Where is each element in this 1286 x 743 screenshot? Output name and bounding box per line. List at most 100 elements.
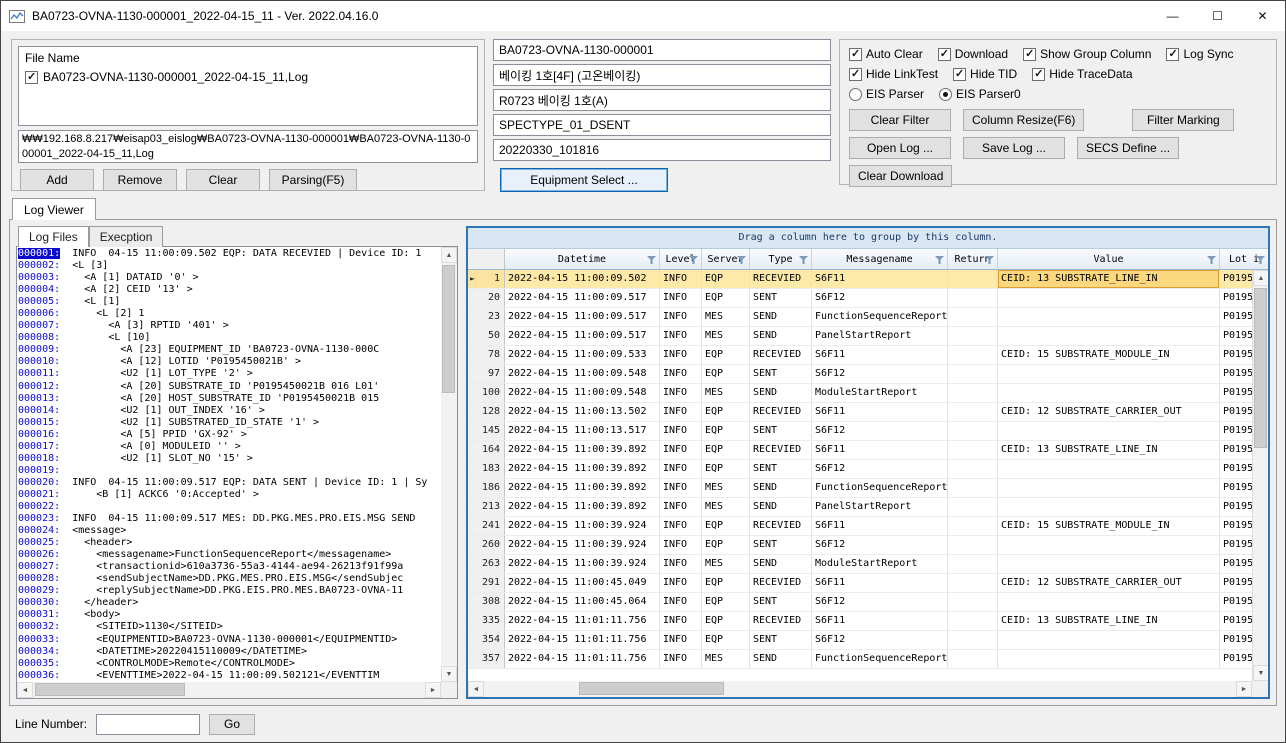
log-line[interactable]: 000002: <L [3] — [18, 260, 440, 272]
grid-row[interactable]: 972022-04-15 11:00:09.548INFOEQPSENTS6F1… — [468, 365, 1252, 384]
tab-log-files[interactable]: Log Files — [18, 226, 89, 247]
log-line[interactable]: 000033: <EQUIPMENTID>BA0723-OVNA-1130-00… — [18, 634, 440, 646]
filter-icon[interactable] — [1207, 256, 1216, 264]
checkbox-hide-linktest[interactable]: Hide LinkTest — [849, 67, 938, 81]
log-line[interactable]: 000028: <sendSubjectName>DD.PKG.MES.PRO.… — [18, 573, 440, 585]
grid-row[interactable]: 1832022-04-15 11:00:39.892INFOEQPSENTS6F… — [468, 460, 1252, 479]
log-line[interactable]: 000020: INFO 04-15 11:00:09.517 EQP: DAT… — [18, 477, 440, 489]
grid-group-bar[interactable]: Drag a column here to group by this colu… — [468, 228, 1268, 249]
column-header-lot-i[interactable]: Lot i — [1220, 249, 1268, 269]
maximize-button[interactable]: ☐ — [1195, 1, 1240, 31]
log-line[interactable]: 000003: <A [1] DATAID '0' > — [18, 272, 440, 284]
grid-row[interactable]: 2602022-04-15 11:00:39.924INFOEQPSENTS6F… — [468, 536, 1252, 555]
grid-horizontal-scrollbar[interactable]: ◄ ► — [468, 681, 1268, 697]
spec-type-field[interactable] — [493, 114, 831, 136]
log-line[interactable]: 000004: <A [2] CEID '13' > — [18, 284, 440, 296]
grid-row[interactable]: 3082022-04-15 11:00:45.064INFOEQPSENTS6F… — [468, 593, 1252, 612]
open-log-button[interactable]: Open Log ... — [849, 137, 951, 159]
grid-hscroll-thumb[interactable] — [579, 682, 724, 695]
grid-row[interactable]: 1002022-04-15 11:00:09.548INFOMESSENDMod… — [468, 384, 1252, 403]
log-line[interactable]: 000035: <CONTROLMODE>Remote</CONTROLMODE… — [18, 658, 440, 670]
scroll-left-icon[interactable]: ◄ — [468, 681, 484, 697]
radio-eis-parser0[interactable]: EIS Parser0 — [939, 87, 1021, 101]
log-line[interactable]: 000016: <A [5] PPID 'GX-92' > — [18, 429, 440, 441]
log-line[interactable]: 000007: <A [3] RPTID '401' > — [18, 320, 440, 332]
column-resize-f6-button[interactable]: Column Resize(F6) — [963, 109, 1084, 131]
log-hscroll-thumb[interactable] — [35, 683, 185, 696]
grid-row[interactable]: 1642022-04-15 11:00:39.892INFOEQPRECEVIE… — [468, 441, 1252, 460]
grid-row[interactable]: 2412022-04-15 11:00:39.924INFOEQPRECEVIE… — [468, 517, 1252, 536]
scroll-left-icon[interactable]: ◄ — [17, 682, 33, 698]
log-line[interactable]: 000013: <A [20] HOST_SUBSTRATE_ID 'P0195… — [18, 393, 440, 405]
close-button[interactable]: ✕ — [1240, 1, 1285, 31]
file-path-box[interactable]: ₩₩192.168.8.217₩eisap03_eislog₩BA0723-OV… — [18, 130, 478, 163]
parsing-button[interactable]: Parsing(F5) — [269, 169, 357, 191]
log-line[interactable]: 000014: <U2 [1] OUT_INDEX '16' > — [18, 405, 440, 417]
log-line[interactable]: 000025: <header> — [18, 537, 440, 549]
log-vscroll-thumb[interactable] — [442, 265, 455, 393]
log-line[interactable]: 000010: <A [12] LOTID 'P0195450021B' > — [18, 356, 440, 368]
log-line[interactable]: 000005: <L [1] — [18, 296, 440, 308]
grid-row[interactable]: 3572022-04-15 11:01:11.756INFOMESSENDFun… — [468, 650, 1252, 669]
log-line[interactable]: 000019: — [18, 465, 440, 477]
log-line[interactable]: 000031: <body> — [18, 609, 440, 621]
log-line[interactable]: 000012: <A [20] SUBSTRATE_ID 'P019545002… — [18, 381, 440, 393]
checkbox-show-group-column[interactable]: Show Group Column — [1023, 47, 1151, 61]
checkbox-log-sync[interactable]: Log Sync — [1166, 47, 1233, 61]
log-line[interactable]: 000026: <messagename>FunctionSequenceRep… — [18, 549, 440, 561]
checkbox-auto-clear[interactable]: Auto Clear — [849, 47, 923, 61]
checkbox-download[interactable]: Download — [938, 47, 1008, 61]
column-header-value[interactable]: Value — [998, 249, 1220, 269]
grid-row[interactable]: 202022-04-15 11:00:09.517INFOEQPSENTS6F1… — [468, 289, 1252, 308]
log-line[interactable]: 000030: </header> — [18, 597, 440, 609]
column-header-messagename[interactable]: Messagename — [812, 249, 948, 269]
grid-row[interactable]: 1282022-04-15 11:00:13.502INFOEQPRECEVIE… — [468, 403, 1252, 422]
scroll-right-icon[interactable]: ► — [1236, 681, 1252, 697]
filter-icon[interactable] — [799, 256, 808, 264]
remove-button[interactable]: Remove — [103, 169, 177, 191]
log-line[interactable]: 000008: <L [10] — [18, 332, 440, 344]
radio-eis-parser[interactable]: EIS Parser — [849, 87, 924, 101]
log-line[interactable]: 000032: <SITEID>1130</SITEID> — [18, 621, 440, 633]
column-header-level[interactable]: Level — [660, 249, 702, 269]
checkbox-hide-tracedata[interactable]: Hide TraceData — [1032, 67, 1132, 81]
equipment-id-field[interactable] — [493, 39, 831, 61]
grid-vertical-scrollbar[interactable]: ▲ ▼ — [1252, 270, 1268, 681]
log-line[interactable]: 000021: <B [1] ACKC6 '0:Accepted' > — [18, 489, 440, 501]
log-line[interactable]: 000011: <U2 [1] LOT_TYPE '2' > — [18, 368, 440, 380]
go-button[interactable]: Go — [209, 714, 255, 735]
clear-button[interactable]: Clear — [186, 169, 260, 191]
scroll-up-icon[interactable]: ▲ — [441, 247, 457, 263]
column-header-datetime[interactable]: Datetime — [505, 249, 660, 269]
grid-row[interactable]: 782022-04-15 11:00:09.533INFOEQPRECEVIED… — [468, 346, 1252, 365]
grid-row[interactable]: 1452022-04-15 11:00:13.517INFOEQPSENTS6F… — [468, 422, 1252, 441]
scroll-up-icon[interactable]: ▲ — [1253, 270, 1268, 286]
clear-filter-button[interactable]: Clear Filter — [849, 109, 951, 131]
filter-icon[interactable] — [647, 256, 656, 264]
tab-log-viewer[interactable]: Log Viewer — [12, 198, 96, 220]
checkbox-hide-tid[interactable]: Hide TID — [953, 67, 1017, 81]
grid-row[interactable]: 502022-04-15 11:00:09.517INFOMESSENDPane… — [468, 327, 1252, 346]
grid-row[interactable]: 3352022-04-15 11:01:11.756INFOEQPRECEVIE… — [468, 612, 1252, 631]
scroll-right-icon[interactable]: ► — [425, 682, 441, 698]
column-header-return[interactable]: Return — [948, 249, 998, 269]
grid-row[interactable]: 3542022-04-15 11:01:11.756INFOEQPSENTS6F… — [468, 631, 1252, 650]
equipment-line-field[interactable] — [493, 89, 831, 111]
column-header-type[interactable]: Type — [750, 249, 812, 269]
add-button[interactable]: Add — [20, 169, 94, 191]
file-list[interactable]: File Name BA0723-OVNA-1130-000001_2022-0… — [18, 46, 478, 126]
log-line[interactable]: 000015: <U2 [1] SUBSTRATED_ID_STATE '1' … — [18, 417, 440, 429]
grid-row[interactable]: 1862022-04-15 11:00:39.892INFOMESSENDFun… — [468, 479, 1252, 498]
log-line[interactable]: 000029: <replySubjectName>DD.PKG.EIS.PRO… — [18, 585, 440, 597]
scroll-down-icon[interactable]: ▼ — [1253, 665, 1268, 681]
file-list-item[interactable]: BA0723-OVNA-1130-000001_2022-04-15_11,Lo… — [25, 70, 471, 84]
grid-row[interactable]: 2132022-04-15 11:00:39.892INFOMESSENDPan… — [468, 498, 1252, 517]
grid-row[interactable]: ►12022-04-15 11:00:09.502INFOEQPRECEVIED… — [468, 270, 1252, 289]
secs-define-button[interactable]: SECS Define ... — [1077, 137, 1179, 159]
log-line[interactable]: 000036: <EVENTTIME>2022-04-15 11:00:09.5… — [18, 670, 440, 681]
filter-icon[interactable] — [935, 256, 944, 264]
save-log-button[interactable]: Save Log ... — [963, 137, 1065, 159]
spec-date-field[interactable] — [493, 139, 831, 161]
clear-download-button[interactable]: Clear Download — [849, 165, 952, 187]
log-vertical-scrollbar[interactable]: ▲ ▼ — [441, 247, 457, 682]
